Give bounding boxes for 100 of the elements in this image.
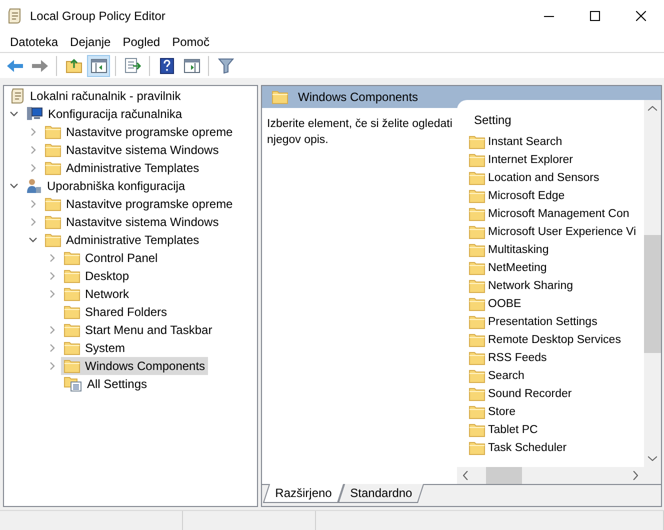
forward-arrow-icon	[30, 58, 48, 72]
folder-icon	[469, 135, 485, 149]
toolbar-button[interactable]	[87, 54, 110, 76]
list-item[interactable]: Sound Recorder	[469, 385, 644, 403]
tree-item[interactable]: Nastavitve sistema Windows	[42, 141, 222, 159]
horizontal-scrollbar[interactable]	[457, 467, 644, 484]
list-item[interactable]: NetMeeting	[469, 259, 644, 277]
folder-icon	[469, 369, 485, 383]
maximize-icon	[590, 11, 600, 21]
folder-icon	[45, 233, 61, 247]
tree-item[interactable]: All Settings	[61, 375, 150, 393]
tree-item[interactable]: Windows Components	[61, 357, 208, 375]
export-list-icon	[124, 58, 140, 73]
chevron-icon[interactable]	[10, 110, 18, 118]
column-header[interactable]: Setting	[457, 110, 644, 130]
list-item[interactable]: Multitasking	[469, 241, 644, 259]
scroll-icon	[11, 88, 25, 104]
scroll-up-icon	[648, 106, 657, 111]
tree-item[interactable]: Lokalni računalnik - pravilnik	[8, 87, 184, 105]
back-arrow-icon	[6, 58, 24, 72]
list-item[interactable]: RSS Feeds	[469, 349, 644, 367]
folder-icon	[469, 225, 485, 239]
folder-icon	[45, 143, 61, 157]
list-item[interactable]: Tablet PC	[469, 421, 644, 439]
tree-item[interactable]: Administrative Templates	[42, 159, 202, 177]
list-item[interactable]: Location and Sensors	[469, 169, 644, 187]
menu-item[interactable]: Pogled	[116, 32, 166, 52]
tree-item[interactable]: Network	[61, 285, 132, 303]
folder-up-icon	[66, 58, 82, 73]
computer-icon	[26, 106, 43, 122]
folder-icon	[469, 441, 485, 455]
folder-icon	[64, 359, 80, 373]
tree-item[interactable]: Nastavitve programske opreme	[42, 123, 236, 141]
console-tree-icon	[90, 58, 106, 72]
view-tab[interactable]: Razširjeno	[262, 484, 344, 503]
folder-icon	[469, 261, 485, 275]
folder-icon	[45, 197, 61, 211]
tree-item[interactable]: Konfiguracija računalnika	[23, 105, 186, 123]
tree-item[interactable]: Desktop	[61, 267, 132, 285]
folder-icon	[469, 171, 485, 185]
folder-icon	[469, 333, 485, 347]
list-item[interactable]: Task Scheduler	[469, 439, 644, 457]
folder-icon	[469, 387, 485, 401]
folder-icon	[469, 405, 485, 419]
pane-title: Windows Components	[298, 90, 418, 104]
list-item[interactable]: Microsoft User Experience Vi	[469, 223, 644, 241]
list-item[interactable]: Store	[469, 403, 644, 421]
menu-item[interactable]: Datoteka	[4, 32, 64, 52]
list-item[interactable]: Presentation Settings	[469, 313, 644, 331]
folder-icon	[469, 189, 485, 203]
list-item[interactable]: Microsoft Management Con	[469, 205, 644, 223]
folder-icon	[272, 90, 288, 104]
tree-item[interactable]: System	[61, 339, 128, 357]
scroll-icon	[8, 8, 22, 24]
folder-icon	[469, 297, 485, 311]
folder-icon	[469, 351, 485, 365]
list-item[interactable]: Network Sharing	[469, 277, 644, 295]
user-icon	[26, 178, 42, 194]
scroll-right-icon	[633, 471, 638, 480]
tree-item[interactable]: Uporabniška konfiguracija	[23, 177, 188, 195]
tree-item[interactable]: Nastavitve programske opreme	[42, 195, 236, 213]
folder-icon	[45, 161, 61, 175]
folder-icon	[469, 243, 485, 257]
filter-icon	[218, 58, 234, 74]
vertical-scrollbar[interactable]	[644, 100, 661, 484]
chevron-icon[interactable]	[28, 236, 36, 244]
description-text: Izberite element, če si želite ogledati njegov opis.	[267, 117, 454, 148]
tree-item[interactable]: Shared Folders	[61, 303, 170, 321]
folder-icon	[45, 215, 61, 229]
scroll-down-icon	[648, 456, 657, 461]
folder-icon	[469, 153, 485, 167]
folder-icon	[64, 269, 80, 283]
list-item[interactable]: Internet Explorer	[469, 151, 644, 169]
folder-icon	[64, 323, 80, 337]
tree-item[interactable]: Control Panel	[61, 249, 161, 267]
chevron-icon[interactable]	[10, 182, 18, 190]
folder-icon	[64, 287, 80, 301]
settings-list-icon	[64, 376, 82, 392]
list-item[interactable]: Search	[469, 367, 644, 385]
folder-icon	[469, 315, 485, 329]
tree-item[interactable]: Nastavitve sistema Windows	[42, 213, 222, 231]
folder-icon	[64, 305, 80, 319]
list-item[interactable]: Microsoft Edge	[469, 187, 644, 205]
folder-icon	[469, 207, 485, 221]
close-icon	[636, 11, 646, 21]
view-tab[interactable]: Standardno	[338, 484, 424, 503]
list-item[interactable]: OOBE	[469, 295, 644, 313]
list-item[interactable]: Instant Search	[469, 133, 644, 151]
menu-item[interactable]: Dejanje	[64, 32, 117, 52]
window-title: Local Group Policy Editor	[30, 9, 166, 23]
folder-icon	[45, 125, 61, 139]
scroll-left-icon	[463, 471, 468, 480]
tree-item[interactable]: Administrative Templates	[42, 231, 202, 249]
folder-icon	[469, 423, 485, 437]
list-item[interactable]: Remote Desktop Services	[469, 331, 644, 349]
menu-item[interactable]: Pomoč	[166, 32, 216, 52]
folder-icon	[64, 251, 80, 265]
folder-icon	[64, 341, 80, 355]
help-icon	[160, 58, 174, 74]
tree-item[interactable]: Start Menu and Taskbar	[61, 321, 216, 339]
